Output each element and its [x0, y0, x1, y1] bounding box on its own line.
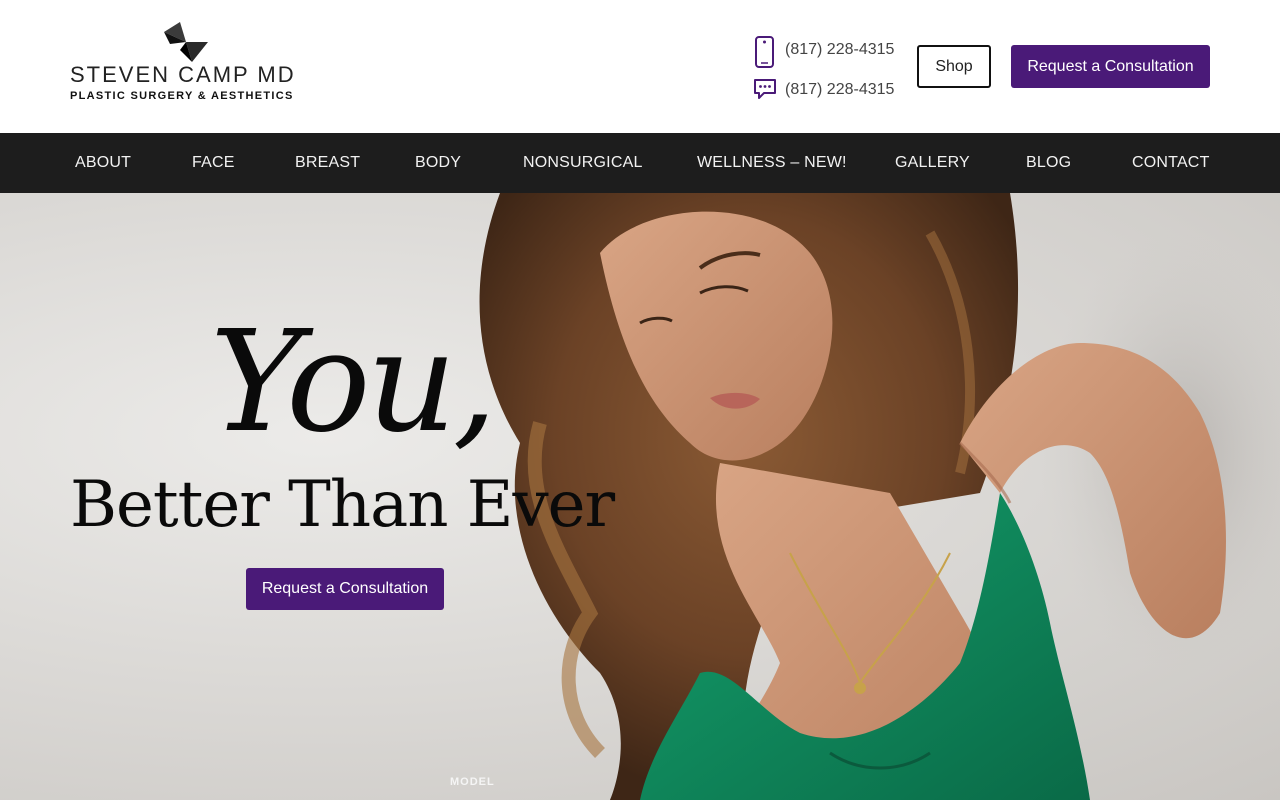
call-link[interactable]: (817) 228-4315 — [752, 36, 902, 68]
main-nav: ABOUT FACE BREAST BODY NONSURGICAL WELLN… — [0, 133, 1280, 193]
text-number: (817) 228-4315 — [785, 81, 895, 98]
site-header: STEVEN CAMP MD PLASTIC SURGERY & AESTHET… — [0, 0, 1280, 133]
contact-numbers: (817) 228-4315 (817) 228-4315 — [752, 36, 902, 102]
text-link[interactable]: (817) 228-4315 — [752, 76, 902, 104]
hero-headline: You, — [210, 301, 497, 464]
nav-item-blog[interactable]: BLOG — [1026, 154, 1071, 172]
logo-name: STEVEN CAMP MD — [70, 62, 296, 87]
mobile-phone-icon — [755, 36, 774, 68]
phone-number: (817) 228-4315 — [785, 41, 895, 58]
nav-item-contact[interactable]: CONTACT — [1132, 154, 1210, 172]
nav-item-gallery[interactable]: GALLERY — [895, 154, 970, 172]
hero-consultation-button[interactable]: Request a Consultation — [246, 568, 444, 610]
logo-bowtie-icon — [164, 22, 208, 62]
nav-item-breast[interactable]: BREAST — [295, 154, 360, 172]
hero-subheadline: Better Than Ever — [70, 468, 615, 542]
nav-item-body[interactable]: BODY — [415, 154, 461, 172]
nav-item-about[interactable]: ABOUT — [75, 154, 131, 172]
request-consultation-button[interactable]: Request a Consultation — [1011, 45, 1210, 88]
hero-banner: You, Better Than Ever Request a Consulta… — [0, 193, 1280, 800]
logo-tagline: PLASTIC SURGERY & AESTHETICS — [70, 90, 294, 102]
nav-item-nonsurgical[interactable]: NONSURGICAL — [523, 154, 643, 172]
photo-caption: MODEL — [450, 776, 495, 788]
nav-item-face[interactable]: FACE — [192, 154, 235, 172]
logo[interactable]: STEVEN CAMP MD PLASTIC SURGERY & AESTHET… — [70, 22, 310, 106]
nav-item-wellness[interactable]: WELLNESS – NEW! — [697, 154, 847, 172]
shop-button[interactable]: Shop — [917, 45, 991, 88]
chat-bubble-icon — [754, 79, 776, 99]
